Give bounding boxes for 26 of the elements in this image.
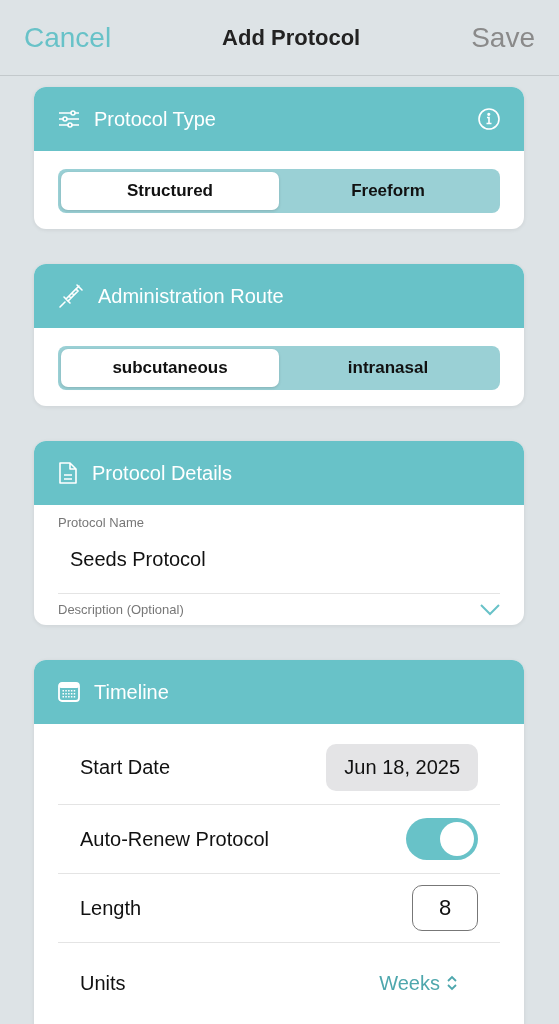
syringe-icon	[58, 283, 84, 309]
field-label: Protocol Name	[58, 515, 145, 530]
date-button[interactable]: Jun 18, 2025	[326, 743, 478, 791]
document-icon	[58, 461, 78, 485]
chevron-icon[interactable]	[480, 603, 500, 616]
row-label: Units	[80, 971, 126, 995]
number-field[interactable]: 8	[412, 885, 478, 931]
section-title: Administration Route	[98, 284, 285, 308]
segment-option[interactable]: intranasal	[279, 349, 497, 387]
segment-option[interactable]: Structured	[61, 172, 279, 210]
info-icon[interactable]	[478, 108, 500, 130]
sliders-icon	[58, 110, 80, 128]
row-label: Length	[80, 896, 142, 920]
screen-title: Add Protocol	[222, 24, 361, 51]
section-title: Protocol Type	[94, 107, 217, 131]
segment-option[interactable]: Freeform	[279, 172, 497, 210]
calendar-icon	[58, 682, 80, 702]
segment-option[interactable]: subcutaneous	[61, 349, 279, 387]
field-label: Description (Optional)	[58, 602, 184, 617]
section-title: Timeline	[94, 680, 170, 704]
toggle-switch[interactable]	[406, 818, 478, 860]
row-label: Start Date	[80, 755, 171, 779]
section-title: Protocol Details	[92, 461, 234, 485]
row-label: Auto-Renew Protocol	[80, 827, 269, 851]
chevron-up-down-icon	[446, 974, 458, 992]
input-field[interactable]: Seeds Protocol	[58, 530, 500, 593]
